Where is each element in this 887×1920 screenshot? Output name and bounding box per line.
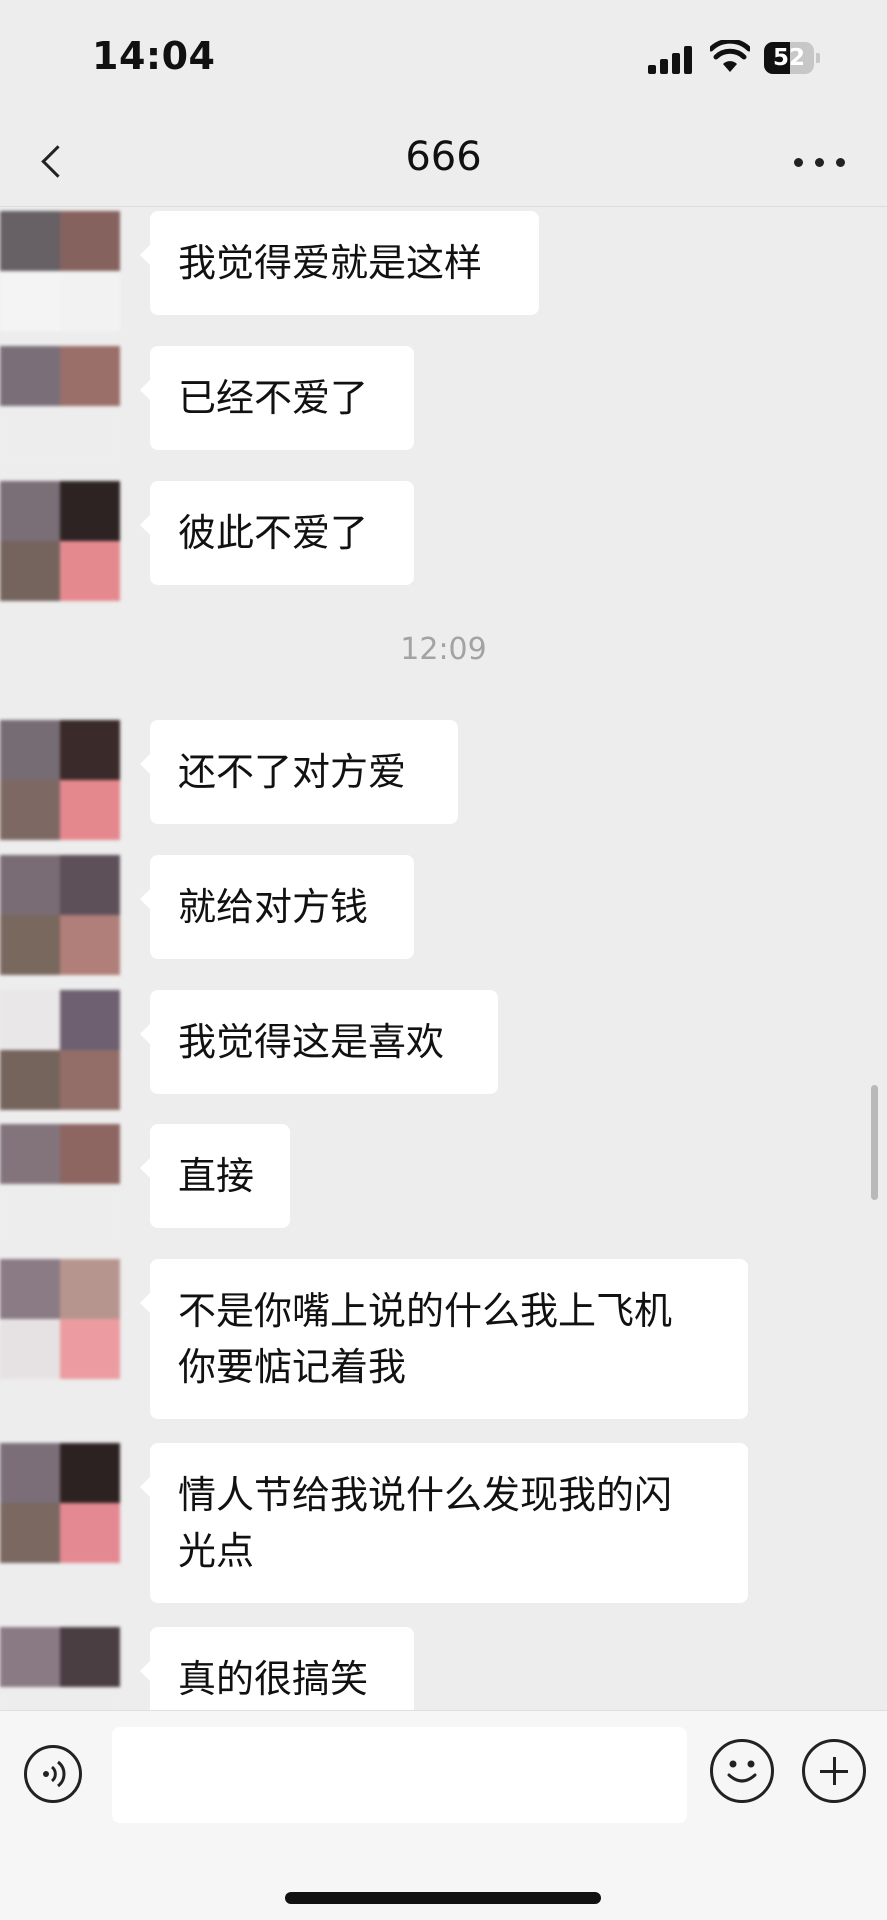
chat-title: 666 [405,134,482,180]
scrollbar[interactable] [871,1085,878,1200]
message-input[interactable] [112,1727,687,1823]
emoji-icon [727,1760,757,1783]
avatar[interactable] [0,1124,120,1244]
voice-button[interactable] [24,1745,82,1803]
avatar[interactable] [0,346,120,466]
message-bubble[interactable]: 我觉得这是喜欢 [140,990,498,1094]
plus-button[interactable] [802,1739,866,1803]
message-bubble[interactable]: 情人节给我说什么发现我的闪 光点 [140,1443,748,1603]
status-time: 14:04 [92,34,216,78]
input-bar [0,1710,887,1920]
battery-level: 52 [772,45,805,71]
more-button[interactable] [794,146,846,176]
avatar[interactable] [0,1443,120,1563]
message-bubble[interactable]: 还不了对方爱 [140,720,458,824]
avatar[interactable] [0,855,120,975]
chat-screen: 14:04 52 666 我觉得爱就是这样 已经不爱了 彼此不爱了 还不了对方爱… [0,0,887,1920]
avatar[interactable] [0,211,120,331]
emoji-button[interactable] [710,1739,774,1803]
message-bubble[interactable]: 已经不爱了 [140,346,414,450]
nav-bar: 666 [0,118,887,207]
avatar[interactable] [0,481,120,601]
message-bubble[interactable]: 不是你嘴上说的什么我上飞机 你要惦记着我 [140,1259,748,1419]
message-bubble[interactable]: 我觉得爱就是这样 [140,211,539,315]
battery-icon: 52 [764,42,820,74]
home-indicator [285,1892,601,1904]
more-horizontal-icon [794,158,803,167]
status-bar: 14:04 52 [0,0,887,118]
message-bubble[interactable]: 彼此不爱了 [140,481,414,585]
avatar[interactable] [0,990,120,1110]
message-bubble[interactable]: 直接 [140,1124,290,1228]
message-timestamp: 12:09 [400,632,487,667]
signal-icon [648,46,694,74]
message-bubble[interactable]: 就给对方钱 [140,855,414,959]
avatar[interactable] [0,720,120,840]
voice-icon [43,1760,66,1788]
avatar[interactable] [0,1259,120,1379]
wifi-icon [710,40,750,72]
